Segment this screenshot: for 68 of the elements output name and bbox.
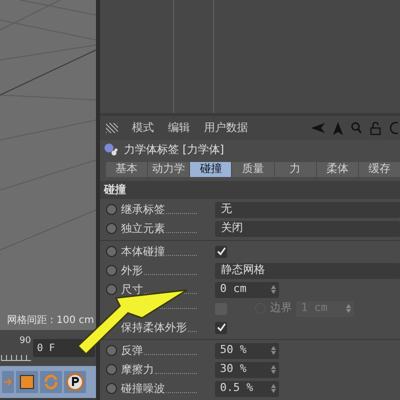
tab[interactable]: 基本	[106, 162, 148, 176]
menu-item[interactable]: 模式	[132, 120, 154, 136]
checkmark-icon	[216, 323, 226, 332]
object-title: 力学体标签 [力学体]	[124, 142, 224, 158]
up-arrow-icon[interactable]	[333, 122, 343, 134]
spinner-arrows-icon[interactable]	[271, 285, 276, 294]
animation-radio[interactable]	[106, 223, 117, 234]
leader-line	[166, 213, 197, 214]
animation-radio[interactable]	[106, 265, 117, 276]
back-arrow-icon[interactable]	[311, 123, 325, 133]
dropdown-field[interactable]: 无	[215, 202, 400, 218]
animation-radio[interactable]	[106, 204, 117, 215]
menu-item[interactable]: 用户数据	[204, 120, 248, 136]
parameter-label: 反弹	[121, 345, 143, 356]
leader-line	[144, 274, 197, 275]
animation-radio[interactable]	[106, 364, 117, 375]
dropdown-field[interactable]: 静态网格	[215, 262, 400, 278]
checkbox[interactable]	[215, 322, 227, 334]
leader-line	[144, 354, 197, 355]
parameter-label: 独立元素	[121, 223, 165, 234]
leader-line	[166, 255, 197, 256]
spinner-arrows-icon[interactable]	[271, 384, 276, 393]
parameter-label: 碰撞噪波	[121, 383, 165, 394]
spinner-arrows-icon[interactable]	[346, 304, 351, 313]
keyframe-icon[interactable]	[16, 371, 38, 393]
leader-line	[166, 392, 197, 393]
parameter-label: 外形	[121, 265, 143, 276]
parameter-label: 保持柔体外形	[121, 322, 187, 333]
spinner-arrows-icon[interactable]	[271, 346, 276, 355]
number-field[interactable]: 50 %	[215, 342, 279, 358]
target-icon[interactable]	[389, 122, 398, 134]
tab[interactable]: 力	[274, 162, 316, 176]
checkmark-icon	[216, 247, 226, 256]
parameter-label: 继承标签	[121, 204, 165, 215]
animation-radio[interactable]	[106, 246, 117, 257]
section-header: 碰撞	[104, 182, 126, 198]
tab[interactable]: 质量	[232, 162, 274, 176]
spinner-arrows-icon[interactable]	[271, 365, 276, 374]
number-field[interactable]: 30 %	[215, 362, 279, 378]
tab[interactable]: 碰撞	[190, 162, 232, 176]
dropdown-field[interactable]: 关闭	[215, 220, 400, 236]
texture-grip-icon	[106, 123, 118, 133]
grid-spacing-label: 网格间距 : 100 cm	[6, 314, 95, 328]
parameter-label: 边界	[270, 300, 292, 316]
ruler-ticks-icon	[1, 355, 31, 361]
animation-radio[interactable]	[106, 284, 117, 295]
animation-radio[interactable]	[106, 383, 117, 394]
number-field[interactable]: 0.5 %	[215, 380, 279, 396]
search-icon[interactable]	[351, 122, 362, 134]
lock-icon[interactable]	[370, 122, 381, 134]
leader-line	[188, 331, 197, 332]
leader-line	[166, 232, 197, 233]
tab[interactable]: 动力学	[148, 162, 190, 176]
menu-item[interactable]: 编辑	[168, 120, 190, 136]
parking-icon[interactable]	[64, 371, 86, 393]
parameter-label: 摩擦力	[121, 364, 154, 375]
leader-line	[155, 373, 197, 374]
animation-radio[interactable]	[106, 345, 117, 356]
parameter-label: 尺寸	[121, 284, 143, 295]
number-field[interactable]: 0 cm	[215, 282, 279, 298]
tab[interactable]: 柔体	[316, 162, 358, 176]
checkbox[interactable]	[215, 246, 227, 258]
viewport[interactable]: 网格间距 : 100 cm	[0, 0, 96, 330]
tab[interactable]: 缓存	[358, 162, 400, 176]
frame-tick-label: 90	[20, 335, 31, 348]
spheres-icon	[104, 143, 118, 157]
timeline-ruler[interactable]: 90	[1, 335, 31, 361]
parameter-label: 本体碰撞	[121, 246, 165, 257]
